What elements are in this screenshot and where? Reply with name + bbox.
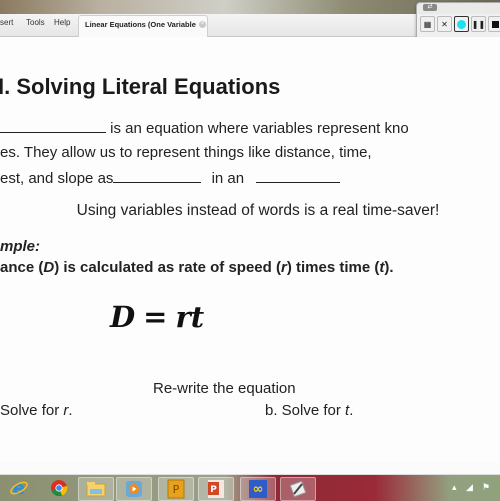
example-text: ance (D) is calculated as rate of speed … bbox=[0, 259, 394, 276]
media-player-icon[interactable] bbox=[116, 477, 152, 501]
example-part: ). bbox=[384, 259, 394, 276]
restore-icon[interactable]: ⇄ bbox=[423, 4, 437, 11]
file-explorer-icon[interactable] bbox=[78, 477, 114, 501]
infinity-app-icon[interactable]: ∞ bbox=[240, 477, 276, 501]
example-label: mple: bbox=[0, 238, 41, 255]
show-hidden-icons[interactable]: ▴ bbox=[452, 482, 457, 493]
signal-icon: ◢ bbox=[466, 482, 473, 492]
pause-icon[interactable]: ❚❚ bbox=[471, 16, 486, 32]
grid-icon[interactable]: ▦ bbox=[420, 16, 435, 32]
definition-line-2: es. They allow us to represent things li… bbox=[0, 144, 372, 161]
powerpoint-icon[interactable]: P bbox=[198, 477, 234, 501]
line3-text-b: in an bbox=[207, 170, 249, 187]
example-part: ) times time ( bbox=[286, 259, 380, 276]
equation-lhs: D bbox=[110, 300, 136, 334]
definition-text: is an equation where variables represent… bbox=[106, 120, 409, 137]
close-icon[interactable]: × bbox=[199, 21, 206, 28]
rewrite-instruction: Re-write the equation bbox=[153, 380, 296, 397]
close-icon[interactable]: ✕ bbox=[437, 16, 452, 32]
part-a: Solve for r. bbox=[0, 402, 73, 419]
part-b-text: b. Solve for bbox=[265, 402, 346, 419]
equation: D = rt bbox=[110, 300, 204, 334]
internet-explorer-icon[interactable]: e bbox=[2, 477, 36, 499]
slide-title: I. Solving Literal Equations bbox=[0, 74, 281, 99]
equation-rhs: rt bbox=[175, 300, 205, 334]
menu-tools[interactable]: Tools bbox=[26, 18, 45, 27]
snipping-tool-icon[interactable] bbox=[280, 477, 316, 501]
publisher-icon[interactable]: P bbox=[158, 477, 194, 501]
chrome-icon[interactable] bbox=[42, 477, 76, 499]
part-b: b. Solve for t. bbox=[265, 402, 353, 419]
blank-3 bbox=[256, 168, 341, 183]
menu-help[interactable]: Help bbox=[54, 18, 70, 27]
equation-equals: = bbox=[143, 300, 168, 334]
blank-2 bbox=[113, 168, 202, 183]
record-button[interactable] bbox=[454, 16, 469, 32]
svg-text:P: P bbox=[210, 485, 217, 495]
record-dot-icon bbox=[457, 19, 466, 29]
definition-line-3: est, and slope as in an bbox=[0, 168, 341, 187]
part-b-end: . bbox=[349, 402, 354, 419]
part-a-text: Solve for bbox=[0, 402, 64, 419]
example-var-d: D bbox=[43, 259, 55, 276]
blank-1 bbox=[0, 118, 106, 133]
part-a-end: . bbox=[68, 402, 73, 419]
definition-line-1: is an equation where variables represent… bbox=[0, 118, 409, 137]
stop-button[interactable] bbox=[488, 16, 500, 32]
svg-text:e: e bbox=[13, 478, 25, 498]
taskbar: e P P ∞ ▴ ◢ ⚑ bbox=[0, 474, 500, 501]
svg-text:∞: ∞ bbox=[253, 482, 264, 497]
slide-content bbox=[0, 37, 500, 462]
line3-text-a: est, and slope as bbox=[0, 170, 114, 187]
flag-icon[interactable]: ⚑ bbox=[482, 482, 490, 493]
stop-icon bbox=[492, 20, 499, 28]
tagline: Using variables instead of words is a re… bbox=[76, 202, 440, 219]
recorder-panel: ⇄ ▦ ✕ ❚❚ bbox=[416, 2, 500, 40]
example-part: ance ( bbox=[0, 259, 44, 276]
svg-text:P: P bbox=[173, 483, 180, 496]
browser-tab[interactable]: Linear Equations (One Variable × bbox=[78, 15, 208, 37]
tab-title: Linear Equations (One Variable bbox=[85, 20, 196, 29]
menu-insert[interactable]: sert bbox=[0, 18, 13, 27]
example-part: ) is calculated as rate of speed ( bbox=[54, 259, 281, 276]
